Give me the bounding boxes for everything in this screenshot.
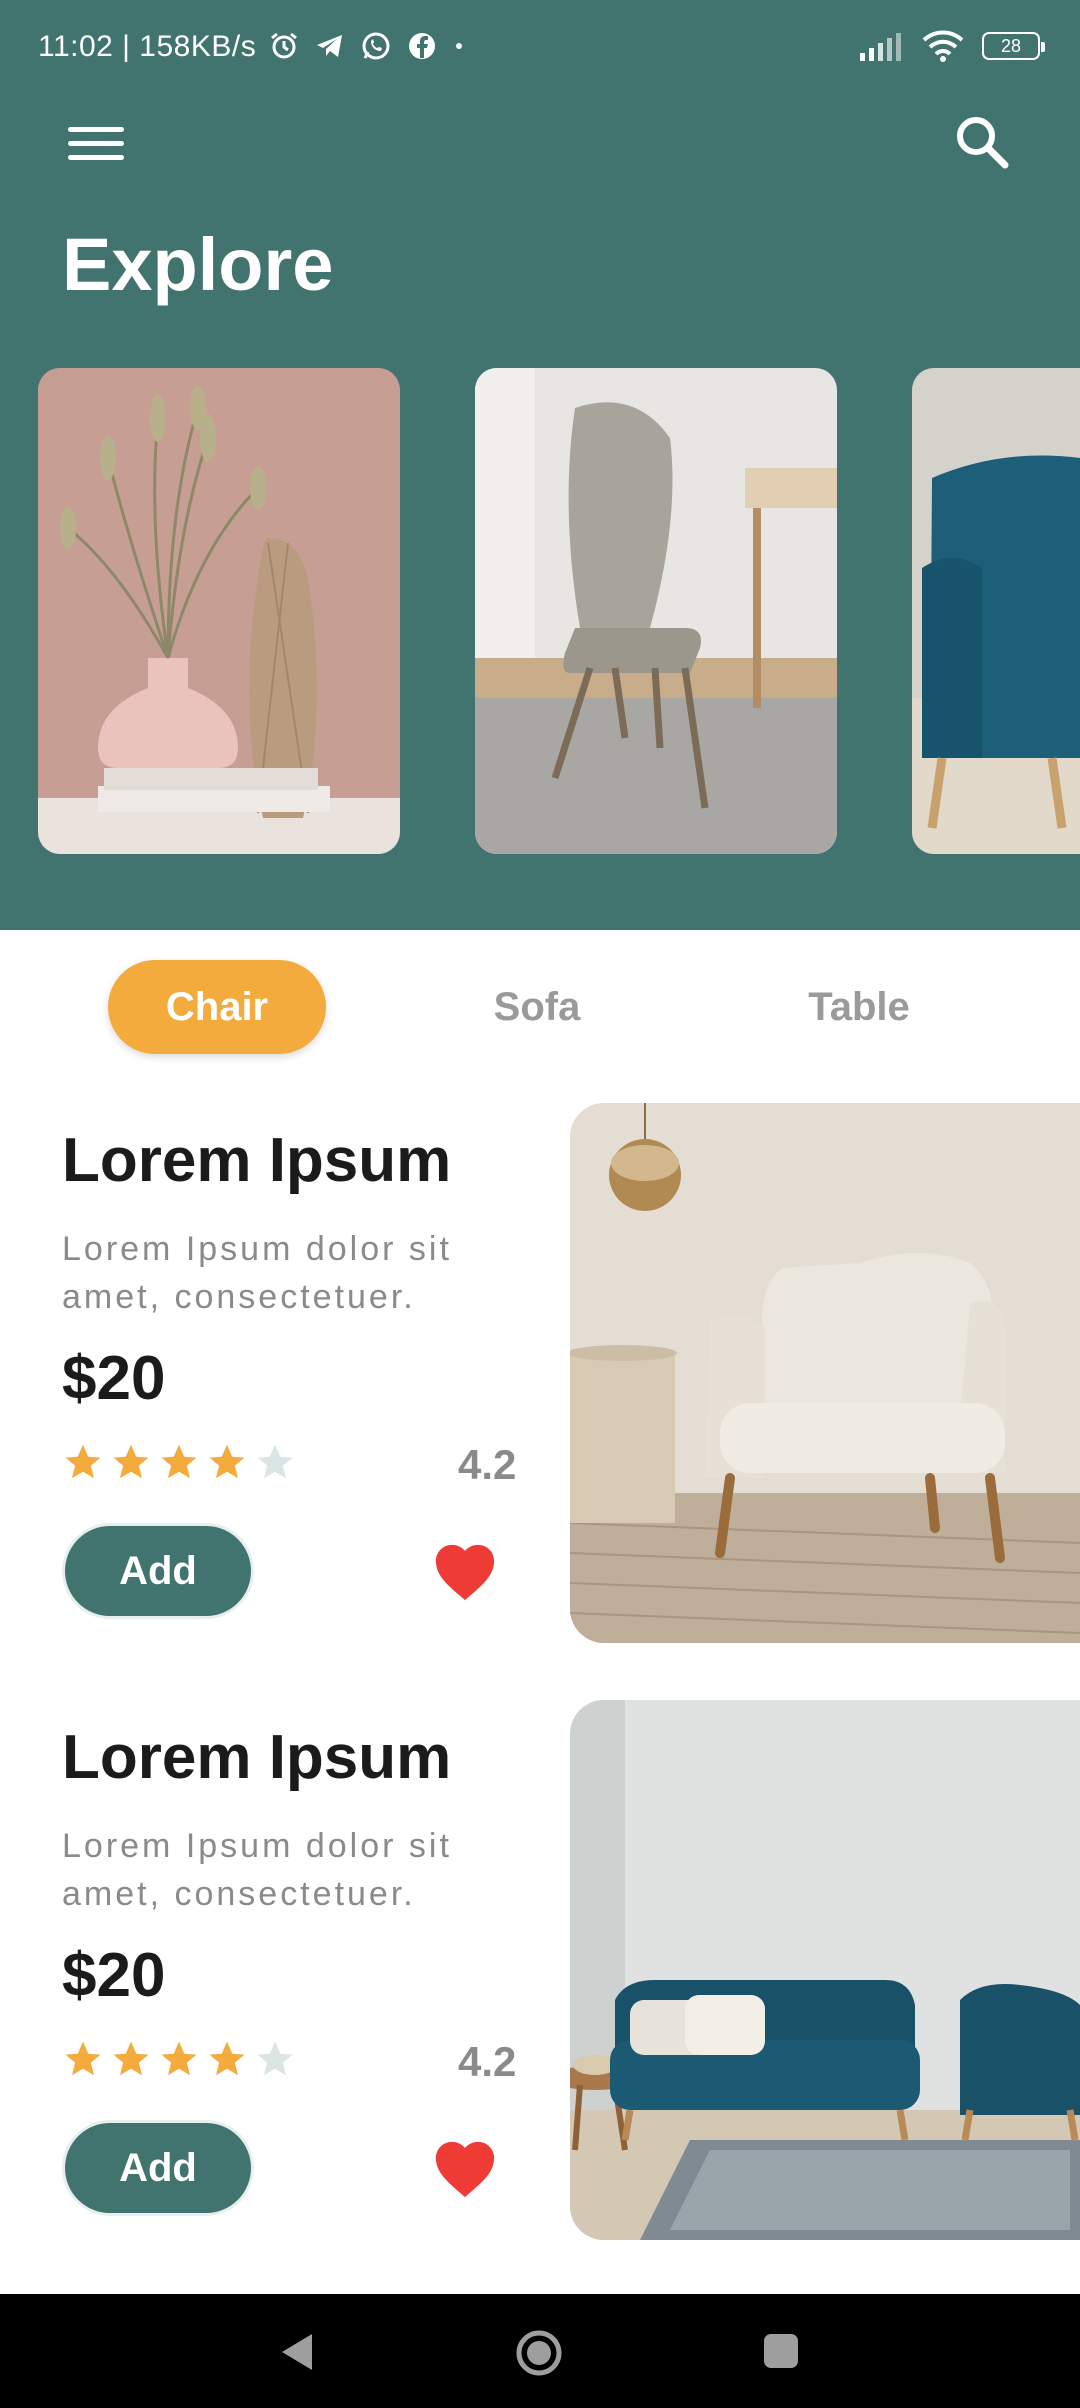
wifi-icon	[922, 30, 964, 62]
star-filled-icon	[161, 2041, 197, 2076]
alarm-icon	[271, 32, 297, 59]
star-empty-icon	[257, 1444, 293, 1479]
signal-icon	[860, 33, 901, 61]
grey-chair-card[interactable]	[475, 368, 837, 854]
product-image[interactable]	[570, 1700, 1080, 2240]
vase-decor-card[interactable]	[38, 368, 400, 854]
product-price: $20	[62, 1941, 166, 2010]
star-empty-icon	[257, 2041, 293, 2076]
page-title: Explore	[62, 223, 334, 306]
product-description: Lorem Ipsum dolor sit amet, consectetuer…	[62, 1827, 452, 1913]
search-icon[interactable]	[952, 112, 1012, 172]
add-button[interactable]: Add	[62, 1523, 254, 1619]
status-time: 11:02 | 158KB/s	[38, 30, 257, 63]
add-button[interactable]: Add	[62, 2120, 254, 2216]
cream-armchair-photo	[570, 1103, 1080, 1643]
product-image[interactable]	[570, 1103, 1080, 1643]
telegram-icon	[317, 35, 342, 57]
tab-sofa[interactable]: Sofa	[430, 960, 644, 1054]
facebook-icon	[409, 33, 435, 59]
star-filled-icon	[113, 2041, 149, 2076]
dot-icon	[456, 43, 462, 49]
system-nav-bar	[0, 2294, 1080, 2408]
product-name: Lorem Ipsum	[62, 1126, 452, 1195]
battery-icon: 28	[982, 32, 1045, 60]
blue-armchair-image	[912, 368, 1080, 854]
product-description: Lorem Ipsum dolor sit amet, consectetuer…	[62, 1230, 452, 1316]
blue-sofa-photo	[570, 1700, 1080, 2240]
product-price: $20	[62, 1344, 166, 1413]
star-filled-icon	[65, 1444, 101, 1479]
product-name: Lorem Ipsum	[62, 1723, 452, 1792]
vase-decor-image	[38, 368, 400, 854]
tab-chair[interactable]: Chair	[108, 960, 326, 1054]
status-bar: 11:02 | 158KB/s 28	[0, 0, 1080, 98]
blue-armchair-card[interactable]	[912, 368, 1080, 854]
heart-icon[interactable]	[430, 2136, 500, 2200]
rating-stars	[62, 2038, 296, 2080]
status-system-icons: 28	[860, 30, 1045, 62]
product-card: Lorem Ipsum Lorem Ipsum dolor sit amet, …	[0, 1103, 1080, 1643]
home-icon[interactable]	[514, 2328, 564, 2378]
heart-icon[interactable]	[430, 1539, 500, 1603]
grey-chair-image	[475, 368, 837, 854]
header: 11:02 | 158KB/s 28 Explore	[0, 0, 1080, 930]
rating-value: 4.2	[458, 2038, 517, 2085]
tab-table[interactable]: Table	[752, 960, 966, 1054]
hamburger-menu-icon[interactable]	[62, 118, 132, 168]
whatsapp-icon	[362, 32, 390, 60]
back-icon[interactable]	[276, 2330, 316, 2374]
star-filled-icon	[209, 2041, 245, 2076]
status-notification-icons	[268, 30, 466, 62]
star-filled-icon	[113, 1444, 149, 1479]
recents-icon[interactable]	[762, 2332, 800, 2370]
rating-value: 4.2	[458, 1441, 517, 1488]
star-filled-icon	[161, 1444, 197, 1479]
category-tabs: Chair Sofa Table	[0, 960, 1080, 1072]
rating-stars	[62, 1441, 296, 1483]
product-card: Lorem Ipsum Lorem Ipsum dolor sit amet, …	[0, 1700, 1080, 2240]
star-filled-icon	[209, 1444, 245, 1479]
star-filled-icon	[65, 2041, 101, 2076]
